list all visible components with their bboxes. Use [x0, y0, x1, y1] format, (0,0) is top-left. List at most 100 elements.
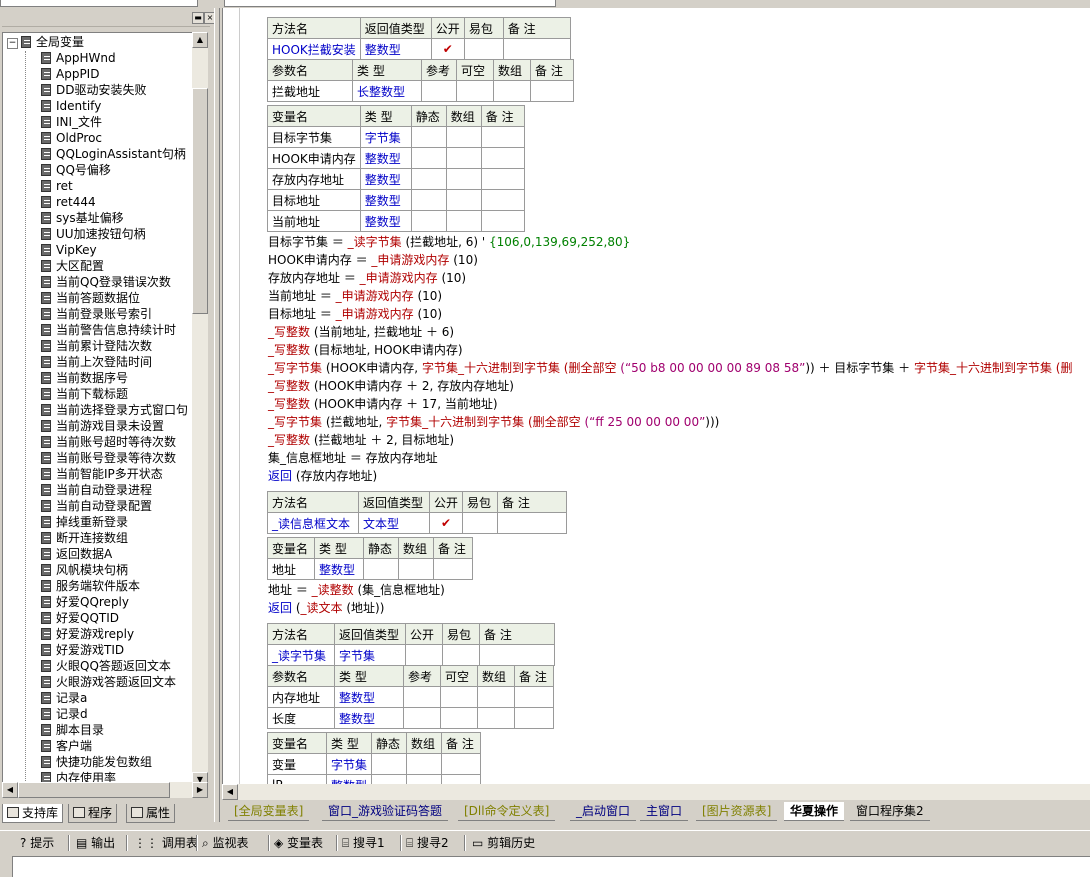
remark-cell[interactable]	[502, 38, 571, 60]
tool-output[interactable]: ▤ 输出	[76, 834, 115, 852]
remark-cell[interactable]	[497, 512, 568, 534]
tab-program[interactable]: 程序	[68, 804, 118, 823]
method-name-cell[interactable]: HOOK拦截安装	[267, 38, 361, 60]
scroll-left-icon[interactable]: ◀	[222, 784, 238, 800]
minimize-icon[interactable]: ▬	[192, 12, 204, 24]
tree-item[interactable]: 快捷功能发包数组	[41, 754, 152, 770]
tree-item[interactable]: UU加速按钮句柄	[41, 226, 146, 242]
name-cell[interactable]: 存放内存地址	[267, 168, 361, 190]
cell[interactable]	[363, 558, 399, 580]
scroll-right-icon[interactable]: ▶	[192, 782, 208, 798]
cell[interactable]	[410, 168, 447, 190]
code-line[interactable]: 返回 (_读文本 (地址))	[268, 599, 384, 617]
tab-image-resources[interactable]: [图片资源表]	[696, 802, 778, 821]
tree-item[interactable]: 好爱QQreply	[41, 594, 129, 610]
code-line[interactable]: _写整数 (HOOK申请内存 ＋ 17, 当前地址)	[268, 395, 498, 413]
tree-item[interactable]: 当前累计登陆次数	[41, 338, 152, 354]
tree-item[interactable]: OldProc	[41, 130, 102, 146]
tree-item[interactable]: 当前数据序号	[41, 370, 128, 386]
name-cell[interactable]: 长度	[267, 707, 335, 729]
cell[interactable]	[445, 147, 482, 169]
tree-item[interactable]: 当前智能IP多开状态	[41, 466, 163, 482]
tree-vertical-scrollbar[interactable]: ▲ ▼	[192, 32, 208, 788]
cell[interactable]	[480, 168, 525, 190]
cell[interactable]	[480, 147, 525, 169]
name-cell[interactable]: 内存地址	[267, 686, 335, 708]
cell[interactable]	[398, 558, 434, 580]
global-variable-tree[interactable]: − 全局变量 AppHWnd AppPID DD驱动安装失败 Identify INI_…	[2, 32, 194, 790]
code-line[interactable]: _写字节集 (HOOK申请内存, 字节集_十六进制到字节集 (删全部空 (“50…	[268, 359, 1072, 377]
code-editor[interactable]: 方法名 返回值类型 公开 易包 备 注 HOOK拦截安装 整数型 ✔ 参数名 类…	[222, 8, 1090, 784]
name-cell[interactable]: 当前地址	[267, 210, 361, 232]
tree-item[interactable]: ret	[41, 178, 73, 194]
code-line[interactable]: 集_信息框地址 ＝ 存放内存地址	[268, 449, 438, 467]
return-type-cell[interactable]: 文本型	[358, 512, 430, 534]
tree-item[interactable]: AppPID	[41, 66, 99, 82]
code-line[interactable]: 目标字节集 ＝ _读字节集 (拦截地址, 6) ' {106,0,139,69,…	[268, 233, 630, 251]
cell[interactable]	[440, 707, 478, 729]
param-null-cell[interactable]	[456, 80, 494, 102]
name-cell[interactable]: 地址	[267, 558, 315, 580]
tool-watch-table[interactable]: ⌕ 监视表	[202, 834, 249, 852]
cell[interactable]	[445, 126, 482, 148]
cell[interactable]	[514, 686, 554, 708]
tab-dll-table[interactable]: [Dll命令定义表]	[458, 802, 556, 821]
cell[interactable]	[441, 774, 482, 784]
tab-captcha-window[interactable]: 窗口_游戏验证码答题	[322, 802, 449, 821]
tree-item[interactable]: 好爱QQTID	[41, 610, 119, 626]
cell[interactable]	[480, 210, 525, 232]
tree-item[interactable]: 当前答题数据位	[41, 290, 140, 306]
name-cell[interactable]: HOOK申请内存	[267, 147, 361, 169]
tree-item[interactable]: 当前游戏目录未设置	[41, 418, 164, 434]
tab-main-window[interactable]: 主窗口	[640, 802, 689, 821]
tree-item[interactable]: 当前自动登录进程	[41, 482, 152, 498]
public-check-icon[interactable]: ✔	[428, 512, 464, 534]
collapse-icon[interactable]: −	[7, 38, 18, 49]
tree-horizontal-scrollbar[interactable]: ◀ ▶	[2, 782, 208, 798]
tree-item[interactable]: 当前登录账号索引	[41, 306, 152, 322]
tree-item[interactable]: QQ号偏移	[41, 162, 111, 178]
cell[interactable]	[445, 189, 482, 211]
remark-cell[interactable]	[479, 644, 555, 666]
editor-combo-edge[interactable]	[224, 0, 556, 7]
cell[interactable]	[480, 189, 525, 211]
tree-item[interactable]: 好爱游戏TID	[41, 642, 124, 658]
tree-item[interactable]: 大区配置	[41, 258, 104, 274]
tab-global-var-table[interactable]: [全局变量表]	[228, 802, 310, 821]
code-line[interactable]: 当前地址 ＝ _申请游戏内存 (10)	[268, 287, 442, 305]
type-cell[interactable]: 整数型	[359, 147, 412, 169]
tree-item[interactable]: 当前账号超时等待次数	[41, 434, 176, 450]
editor-horizontal-scrollbar[interactable]: ◀	[222, 784, 1090, 800]
cell[interactable]	[514, 707, 554, 729]
tree-item[interactable]: 脚本目录	[41, 722, 104, 738]
easy-pack-cell[interactable]	[463, 38, 504, 60]
tree-item[interactable]: 当前账号登录等待次数	[41, 450, 176, 466]
scroll-up-icon[interactable]: ▲	[192, 32, 208, 48]
name-cell[interactable]: 目标字节集	[267, 126, 361, 148]
cell[interactable]	[403, 686, 441, 708]
tool-search-1[interactable]: ⌸ 搜寻1	[342, 834, 385, 852]
tree-item[interactable]: 记录a	[41, 690, 87, 706]
tree-item[interactable]: 好爱游戏reply	[41, 626, 134, 642]
cell[interactable]	[445, 210, 482, 232]
type-cell[interactable]: 整数型	[334, 707, 404, 729]
cell[interactable]	[403, 707, 441, 729]
name-cell[interactable]: lP	[267, 774, 327, 784]
type-cell[interactable]: 整数型	[359, 168, 412, 190]
cell[interactable]	[433, 558, 473, 580]
tree-item[interactable]: 客户端	[41, 738, 92, 754]
cell[interactable]	[445, 168, 482, 190]
tree-item[interactable]: 返回数据A	[41, 546, 112, 562]
param-name-cell[interactable]: 拦截地址	[267, 80, 353, 102]
panel-splitter[interactable]	[214, 8, 220, 822]
name-cell[interactable]: 变量	[267, 753, 327, 775]
left-combo-edge[interactable]	[0, 0, 198, 7]
tab-support-library[interactable]: 支持库	[2, 804, 64, 823]
tool-search-2[interactable]: ⌸ 搜寻2	[406, 834, 449, 852]
cell[interactable]	[410, 189, 447, 211]
cell[interactable]	[477, 686, 515, 708]
param-remark-cell[interactable]	[530, 80, 574, 102]
scroll-thumb[interactable]	[192, 88, 208, 314]
code-line[interactable]: HOOK申请内存 ＝ _申请游戏内存 (10)	[268, 251, 478, 269]
method-name-cell[interactable]: _读信息框文本	[267, 512, 359, 534]
